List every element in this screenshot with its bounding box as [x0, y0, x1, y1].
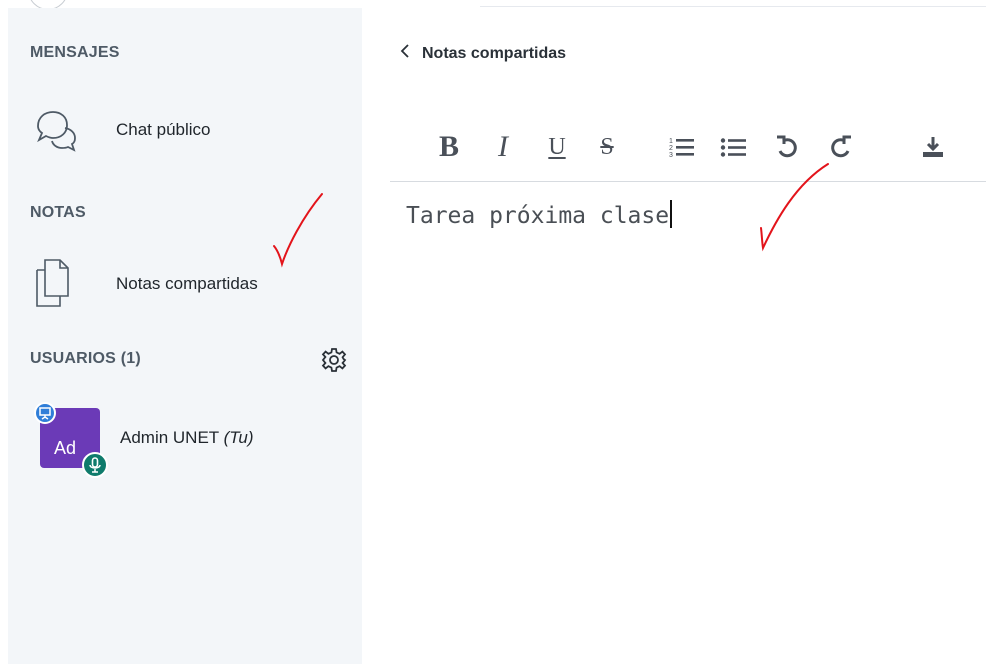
- user-list-item[interactable]: Ad Admin UNET (Tu): [34, 402, 338, 478]
- undo-icon[interactable]: [770, 130, 804, 164]
- editor-text: Tarea próxima clase: [406, 203, 670, 229]
- document-icon: [32, 256, 88, 312]
- user-display-name: Admin UNET: [120, 428, 219, 447]
- panel-back-header[interactable]: Notas compartidas: [400, 44, 566, 63]
- sidebar: MENSAJES Chat público NOTAS Notas compar…: [8, 8, 362, 664]
- download-icon[interactable]: [916, 130, 950, 164]
- redo-icon[interactable]: [824, 130, 858, 164]
- notes-editor[interactable]: Tarea próxima clase: [406, 200, 672, 229]
- gear-icon[interactable]: [320, 346, 348, 374]
- sidebar-item-shared-notes[interactable]: Notas compartidas: [32, 256, 258, 312]
- panel-title: Notas compartidas: [422, 44, 567, 62]
- sidebar-item-public-chat[interactable]: Chat público: [32, 108, 211, 152]
- ordered-list-icon[interactable]: 123: [664, 130, 698, 164]
- user-self-tag: (Tu): [223, 428, 254, 447]
- svg-text:2: 2: [669, 145, 673, 152]
- sidebar-item-label: Notas compartidas: [116, 274, 258, 293]
- bold-button[interactable]: B: [432, 130, 466, 164]
- section-title-messages: MENSAJES: [30, 44, 120, 61]
- section-title-users: USUARIOS (1): [30, 350, 141, 367]
- toolbar-divider: [390, 181, 986, 182]
- strikethrough-button[interactable]: S: [590, 130, 624, 164]
- avatar-initials: Ad: [54, 438, 77, 458]
- microphone-icon: [82, 452, 108, 478]
- svg-text:3: 3: [669, 152, 673, 159]
- chevron-left-icon[interactable]: [400, 44, 410, 63]
- underline-button[interactable]: U: [540, 130, 574, 164]
- unordered-list-icon[interactable]: [716, 130, 750, 164]
- svg-text:1: 1: [669, 138, 673, 145]
- top-divider: [480, 6, 986, 7]
- presenter-icon: [34, 402, 56, 424]
- section-title-notes: NOTAS: [30, 204, 86, 221]
- shared-notes-panel: Notas compartidas B I U S 123 Tarea próx…: [362, 8, 986, 664]
- top-strip: [0, 0, 986, 10]
- user-name: Admin UNET (Tu): [120, 428, 254, 448]
- text-caret: [670, 200, 672, 228]
- chat-bubbles-icon: [32, 108, 88, 152]
- sidebar-item-label: Chat público: [116, 120, 211, 139]
- italic-button[interactable]: I: [486, 130, 520, 164]
